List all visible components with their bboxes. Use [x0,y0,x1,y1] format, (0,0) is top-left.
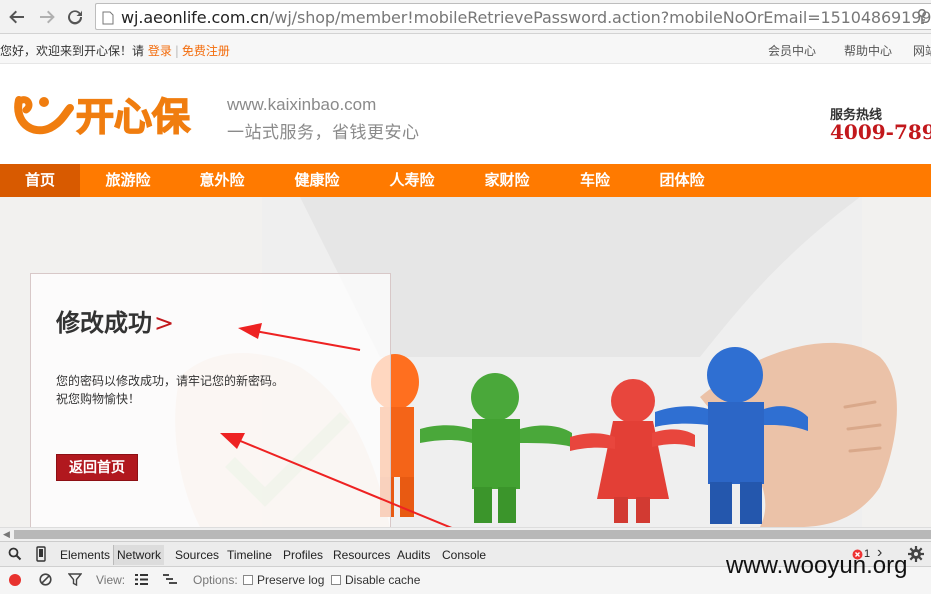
site-logo[interactable]: 开心保 [14,84,216,144]
scroll-left-icon[interactable]: ◀ [3,530,10,540]
return-home-button[interactable]: 返回首页 [56,454,138,481]
tab-profiles[interactable]: Profiles [283,548,323,562]
tab-network[interactable]: Network [113,545,165,565]
search-icon[interactable] [8,547,22,564]
preserve-log-checkbox[interactable] [243,575,253,585]
site-header: 开心保 www.kaixinbao.com 一站式服务，省钱更安心 服务热线 4… [0,64,931,164]
nav-item-travel[interactable]: 旅游险 [88,164,168,197]
kaixinbao-logo-icon: 开心保 [14,94,192,140]
success-panel: 修改成功> 您的密码以修改成功，请牢记您的新密码。 祝您购物愉快！ 返回首页 [30,273,391,527]
tab-elements[interactable]: Elements [60,548,110,562]
reload-button[interactable] [63,5,87,29]
site-top-bar: 您好，欢迎来到开心保！请 登录|免费注册 会员中心 帮助中心 网站 [0,34,931,64]
watermark: www.wooyun.org [726,552,908,579]
nav-item-home[interactable]: 首页 [0,164,80,197]
separator: | [174,44,179,58]
nav-item-life[interactable]: 人寿险 [372,164,452,197]
nav-item-property[interactable]: 家财险 [467,164,547,197]
nav-item-health[interactable]: 健康险 [277,164,357,197]
help-center-link[interactable]: 帮助中心 [844,42,892,59]
login-link[interactable]: 登录 [148,44,172,58]
browser-toolbar: wj.aeonlife.com.cn/wj/shop/member!mobile… [0,0,931,34]
back-button[interactable] [5,5,29,29]
tab-resources[interactable]: Resources [333,548,390,562]
welcome-text: 您好，欢迎来到开心保！请 登录 | 免费注册 [0,42,230,59]
device-mode-icon[interactable] [36,546,46,565]
options-label: Options: [193,573,238,587]
member-center-link[interactable]: 会员中心 [768,42,816,59]
disable-cache-option[interactable]: Disable cache [331,573,420,587]
overview-icon[interactable] [163,574,177,588]
gear-icon[interactable] [908,546,924,565]
list-view-icon[interactable] [135,574,148,588]
hero-banner: 修改成功> 您的密码以修改成功，请牢记您的新密码。 祝您购物愉快！ 返回首页 [0,197,931,527]
success-greeting: 祝您购物愉快！ [56,392,141,406]
view-label: View: [96,573,126,587]
nav-item-auto[interactable]: 车险 [555,164,635,197]
clear-icon[interactable] [39,573,52,589]
horizontal-scrollbar[interactable]: ◀ [0,527,931,541]
success-message: 您的密码以修改成功，请牢记您的新密码。 [56,374,285,388]
forward-arrow-icon [40,10,55,24]
nav-item-accident[interactable]: 意外险 [182,164,262,197]
reload-icon [68,10,83,25]
main-nav: 首页 旅游险 意外险 健康险 人寿险 家财险 车险 团体险 [0,164,931,197]
filter-icon[interactable] [67,573,83,589]
tab-audits[interactable]: Audits [397,548,430,562]
forward-button[interactable] [35,5,59,29]
preserve-log-option[interactable]: Preserve log [243,573,324,587]
page-icon [102,10,114,29]
nav-item-group[interactable]: 团体险 [642,164,722,197]
scrollbar-thumb[interactable] [14,530,931,539]
register-link[interactable]: 免费注册 [182,44,230,58]
preserve-log-label: Preserve log [257,573,325,587]
key-icon[interactable] [917,8,927,29]
hotline-number: 4009-789- [830,120,931,144]
disable-cache-checkbox[interactable] [331,575,341,585]
svg-text:开心保: 开心保 [76,95,191,139]
success-title-text: 修改成功 [56,309,152,337]
tab-console[interactable]: Console [442,548,486,562]
tab-timeline[interactable]: Timeline [227,548,272,562]
address-bar[interactable]: wj.aeonlife.com.cn/wj/shop/member!mobile… [95,3,931,30]
back-arrow-icon [9,10,24,24]
success-title: 修改成功> [56,303,174,338]
url-host: wj.aeonlife.com.cn [121,8,270,27]
tab-sources[interactable]: Sources [175,548,219,562]
url-text: wj.aeonlife.com.cn/wj/shop/member!mobile… [121,8,931,27]
site-link[interactable]: 网站 [913,42,931,59]
record-icon[interactable] [9,574,21,586]
welcome-message: 您好，欢迎来到开心保！请 [0,44,145,58]
url-path: /wj/shop/member!mobileRetrievePassword.a… [269,8,931,27]
disable-cache-label: Disable cache [345,573,421,587]
site-slogan: 一站式服务，省钱更安心 [227,123,420,143]
chevron-right-icon: > [154,309,175,337]
site-url: www.kaixinbao.com [227,95,377,114]
